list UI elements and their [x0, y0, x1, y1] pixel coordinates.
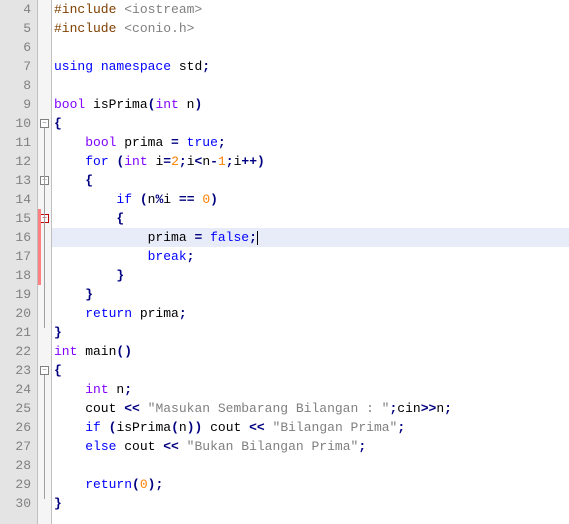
code-line[interactable]: #include <iostream> — [52, 0, 569, 19]
line-number: 25 — [0, 399, 31, 418]
line-number: 7 — [0, 57, 31, 76]
change-indicator — [38, 209, 41, 285]
line-number: 11 — [0, 133, 31, 152]
line-number: 28 — [0, 456, 31, 475]
code-line[interactable]: else cout << "Bukan Bilangan Prima"; — [52, 437, 569, 456]
code-line[interactable]: { — [52, 361, 569, 380]
line-number: 8 — [0, 76, 31, 95]
line-number-gutter: 4567891011121314151617181920212223242526… — [0, 0, 38, 524]
code-line[interactable]: } — [52, 266, 569, 285]
code-line[interactable]: break; — [52, 247, 569, 266]
line-number: 22 — [0, 342, 31, 361]
line-number: 14 — [0, 190, 31, 209]
code-line[interactable]: cout << "Masukan Sembarang Bilangan : ";… — [52, 399, 569, 418]
code-line[interactable]: prima = false; — [52, 228, 569, 247]
line-number: 30 — [0, 494, 31, 513]
code-line[interactable]: int n; — [52, 380, 569, 399]
fold-toggle-icon[interactable]: − — [40, 366, 49, 375]
code-line[interactable]: return(0); — [52, 475, 569, 494]
code-line[interactable]: } — [52, 323, 569, 342]
line-number: 23 — [0, 361, 31, 380]
code-line[interactable] — [52, 76, 569, 95]
line-number: 26 — [0, 418, 31, 437]
line-number: 9 — [0, 95, 31, 114]
line-number: 6 — [0, 38, 31, 57]
text-caret — [257, 231, 258, 245]
line-number: 20 — [0, 304, 31, 323]
line-number: 13 — [0, 171, 31, 190]
line-number: 12 — [0, 152, 31, 171]
line-number: 29 — [0, 475, 31, 494]
code-line[interactable]: { — [52, 171, 569, 190]
code-line[interactable]: #include <conio.h> — [52, 19, 569, 38]
line-number: 10 — [0, 114, 31, 133]
code-line[interactable] — [52, 38, 569, 57]
code-line[interactable]: { — [52, 114, 569, 133]
line-number: 21 — [0, 323, 31, 342]
line-number: 16 — [0, 228, 31, 247]
line-number: 19 — [0, 285, 31, 304]
code-line[interactable] — [52, 456, 569, 475]
line-number: 4 — [0, 0, 31, 19]
code-line[interactable]: return prima; — [52, 304, 569, 323]
code-editor[interactable]: #include <iostream>#include <conio.h> usi… — [52, 0, 569, 524]
code-line[interactable]: } — [52, 285, 569, 304]
code-line[interactable]: bool isPrima(int n) — [52, 95, 569, 114]
code-line[interactable]: if (isPrima(n)) cout << "Bilangan Prima"… — [52, 418, 569, 437]
line-number: 17 — [0, 247, 31, 266]
code-line[interactable]: using namespace std; — [52, 57, 569, 76]
line-number: 18 — [0, 266, 31, 285]
code-line[interactable]: } — [52, 494, 569, 513]
code-line[interactable]: if (n%i == 0) — [52, 190, 569, 209]
fold-toggle-icon[interactable]: − — [40, 119, 49, 128]
line-number: 24 — [0, 380, 31, 399]
code-line[interactable]: { — [52, 209, 569, 228]
fold-gutter: −−−− — [38, 0, 52, 524]
code-line[interactable]: for (int i=2;i<n-1;i++) — [52, 152, 569, 171]
code-line[interactable]: bool prima = true; — [52, 133, 569, 152]
line-number: 27 — [0, 437, 31, 456]
line-number: 15 — [0, 209, 31, 228]
code-line[interactable]: int main() — [52, 342, 569, 361]
line-number: 5 — [0, 19, 31, 38]
